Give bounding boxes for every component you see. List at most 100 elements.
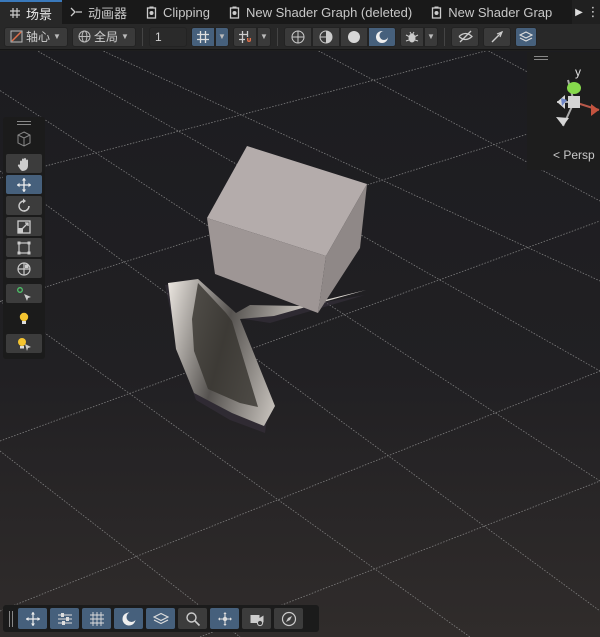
move-overlay-button[interactable] [18, 608, 47, 629]
camera-overlay-button[interactable] [242, 608, 271, 629]
wireframe-shading-button[interactable] [284, 26, 312, 47]
toggle-2d-button[interactable] [451, 26, 479, 47]
rect-transform-icon [17, 241, 31, 254]
light-probe-tool-button[interactable] [6, 334, 42, 353]
debug-draw-mode-button[interactable] [400, 26, 424, 47]
shading-mode-group [284, 26, 396, 47]
tab-label: 动画器 [88, 5, 128, 21]
axis-gizmo-icon [556, 79, 600, 127]
layers-overlay-button[interactable] [146, 608, 175, 629]
draw-mode-group: ▼ [400, 26, 438, 47]
tab-new-shader-graph-deleted[interactable]: New Shader Graph (deleted) [220, 0, 422, 24]
projection-toggle[interactable]: < Persp [553, 148, 595, 162]
scene-render [0, 51, 600, 637]
audio-off-icon [491, 30, 504, 42]
grid-snap-group: ▼ [191, 26, 229, 47]
compass-icon [281, 611, 296, 626]
grid-snap-dropdown[interactable]: ▼ [215, 26, 229, 47]
chevron-down-icon: ▼ [260, 32, 268, 41]
rotate-tool-button[interactable] [6, 196, 42, 215]
global-space-dropdown[interactable]: 全局 ▼ [72, 26, 136, 47]
shader-icon [145, 6, 158, 19]
grid-snap-icon [197, 30, 209, 43]
shaded-wireframe-sphere-icon [319, 30, 333, 43]
layers-icon [519, 30, 533, 42]
toolbar-separator [277, 27, 278, 46]
drag-handle[interactable] [3, 119, 45, 127]
scene-toolbar: 轴心 ▼ 全局 ▼ 1 ▼ ▼ ▼ [0, 24, 600, 50]
tab-animator[interactable]: 动画器 [62, 0, 137, 24]
globe-icon [78, 30, 91, 43]
hand-icon [17, 157, 28, 171]
scale-icon [17, 219, 31, 234]
lightbulb-icon [19, 312, 29, 324]
drag-handle[interactable] [9, 610, 15, 627]
hatch-grid-icon [89, 611, 104, 626]
grid-overlay-button[interactable] [82, 608, 111, 629]
pivot-icon [10, 30, 23, 43]
scene-viewport[interactable] [0, 51, 600, 637]
projection-chevron-icon: < [553, 148, 561, 162]
scene-effects-button[interactable] [515, 26, 537, 47]
cursor-tool-icon [17, 286, 31, 301]
search-icon [185, 611, 200, 626]
custom-tool-button[interactable] [6, 284, 42, 303]
toolbar-separator [444, 27, 445, 46]
pivot-mode-dropdown[interactable]: 轴心 ▼ [4, 26, 68, 47]
tab-scroll-right-icon[interactable]: ▶ [572, 0, 586, 24]
move-arrows-icon [25, 611, 40, 626]
draw-mode-dropdown[interactable]: ▼ [424, 26, 438, 47]
rendered-shading-button[interactable] [368, 26, 396, 47]
tab-new-shader-graph[interactable]: New Shader Grap [422, 0, 552, 24]
view-options-button[interactable] [6, 129, 42, 148]
transform-icon [17, 261, 31, 276]
wireframe-sphere-icon [291, 30, 305, 43]
rect-tool-button[interactable] [6, 238, 42, 257]
nav-overlay-button[interactable] [210, 608, 239, 629]
pivot-label: 轴心 [26, 30, 51, 44]
increment-snap-group: ▼ [233, 26, 271, 47]
align-overlay-button[interactable] [50, 608, 79, 629]
increment-snap-button[interactable] [233, 26, 257, 47]
sliders-icon [57, 612, 72, 625]
tab-clipping[interactable]: Clipping [137, 0, 220, 24]
chevron-down-icon: ▼ [53, 32, 61, 41]
grid-size-field[interactable]: 1 [149, 26, 187, 47]
move-arrows-icon [17, 177, 31, 192]
lit-sphere-icon [376, 30, 389, 43]
tab-label: New Shader Graph (deleted) [246, 4, 413, 20]
chevron-down-icon: ▼ [218, 32, 226, 41]
y-axis-label: y [575, 65, 581, 79]
increment-snap-dropdown[interactable]: ▼ [257, 26, 271, 47]
light-tool-button[interactable] [6, 309, 42, 328]
lighting-overlay-button[interactable] [114, 608, 143, 629]
projection-label: Persp [563, 148, 595, 162]
tab-label: 场景 [26, 6, 53, 22]
more-options-icon[interactable]: ⋮ [586, 0, 600, 24]
nav-cross-icon [217, 611, 232, 626]
stack-icon [152, 612, 169, 624]
tab-overflow: ▶ ⋮ [572, 0, 600, 24]
grid-size-value: 1 [155, 29, 162, 44]
shaded-button[interactable] [340, 26, 368, 47]
compass-overlay-button[interactable] [274, 608, 303, 629]
tab-label: New Shader Grap [448, 4, 553, 20]
search-overlay-button[interactable] [178, 608, 207, 629]
transform-tool-button[interactable] [6, 259, 42, 278]
shader-icon [228, 6, 241, 19]
chevron-down-icon: ▼ [427, 32, 435, 41]
solid-sphere-icon [348, 30, 360, 43]
orientation-gizmo[interactable]: y < Persp [527, 52, 600, 170]
tab-scene[interactable]: 场景 [0, 0, 63, 24]
tab-bar: 场景 动画器 Clipping New Shader Graph (delete… [0, 0, 600, 24]
scale-tool-button[interactable] [6, 217, 42, 236]
shaded-wireframe-button[interactable] [312, 26, 340, 47]
toolbar-separator [142, 27, 143, 46]
grid-snapping-button[interactable] [191, 26, 215, 47]
shader-icon [430, 6, 443, 19]
chevron-down-icon: ▼ [121, 32, 129, 41]
rotate-icon [18, 198, 30, 212]
move-tool-button[interactable] [6, 175, 42, 194]
toggle-lighting-button[interactable] [483, 26, 511, 47]
view-tool-button[interactable] [6, 154, 42, 173]
